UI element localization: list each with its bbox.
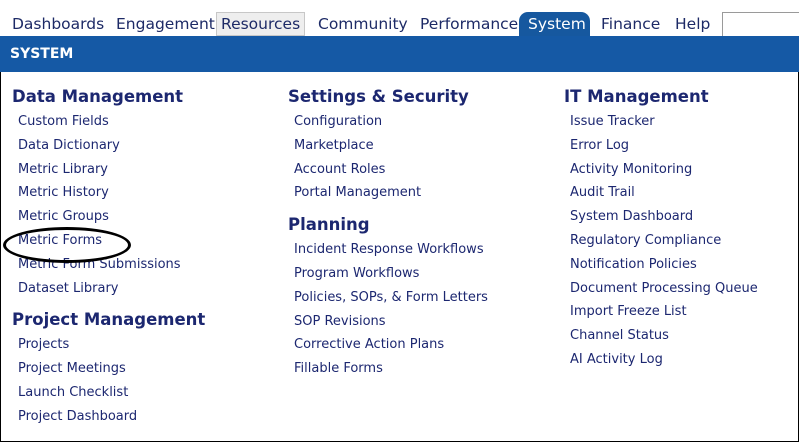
highlight-circle-annotation	[3, 227, 131, 263]
link-account-roles[interactable]: Account Roles	[288, 158, 488, 182]
group-title-project-management: Project Management	[12, 310, 206, 330]
link-metric-library[interactable]: Metric Library	[12, 158, 205, 182]
link-issue-tracker[interactable]: Issue Tracker	[564, 110, 758, 134]
link-project-meetings[interactable]: Project Meetings	[12, 357, 205, 381]
link-notification-policies[interactable]: Notification Policies	[564, 253, 758, 277]
column-it-management: IT Management Issue Tracker Error Log Ac…	[564, 84, 758, 372]
group-title-planning: Planning	[288, 215, 370, 235]
tab-performance[interactable]: Performance	[416, 12, 522, 36]
tab-system[interactable]: System	[519, 12, 590, 36]
link-dataset-library[interactable]: Dataset Library	[12, 277, 205, 301]
link-error-log[interactable]: Error Log	[564, 134, 758, 158]
link-audit-trail[interactable]: Audit Trail	[564, 181, 758, 205]
tab-finance[interactable]: Finance	[597, 12, 664, 36]
group-title-data-management: Data Management	[12, 87, 184, 106]
tab-dashboards[interactable]: Dashboards	[8, 12, 108, 36]
search-input[interactable]	[722, 12, 799, 38]
section-header: SYSTEM	[0, 36, 799, 72]
link-metric-groups[interactable]: Metric Groups	[12, 205, 205, 229]
link-corrective-action-plans[interactable]: Corrective Action Plans	[288, 333, 488, 357]
top-navigation: Dashboards Engagement Resources Communit…	[0, 0, 799, 38]
link-system-dashboard[interactable]: System Dashboard	[564, 205, 758, 229]
link-portal-management[interactable]: Portal Management	[288, 181, 488, 205]
link-regulatory-compliance[interactable]: Regulatory Compliance	[564, 229, 758, 253]
link-incident-response-workflows[interactable]: Incident Response Workflows	[288, 238, 488, 262]
link-data-dictionary[interactable]: Data Dictionary	[12, 134, 205, 158]
group-title-it-management: IT Management	[564, 87, 709, 106]
link-launch-checklist[interactable]: Launch Checklist	[12, 381, 205, 405]
tab-community[interactable]: Community	[314, 12, 412, 36]
column-settings-planning: Settings & Security Configuration Market…	[288, 84, 488, 381]
link-configuration[interactable]: Configuration	[288, 110, 488, 134]
link-fillable-forms[interactable]: Fillable Forms	[288, 357, 488, 381]
link-activity-monitoring[interactable]: Activity Monitoring	[564, 158, 758, 182]
tab-resources[interactable]: Resources	[216, 12, 306, 36]
link-project-dashboard[interactable]: Project Dashboard	[12, 405, 205, 429]
link-projects[interactable]: Projects	[12, 333, 205, 357]
link-channel-status[interactable]: Channel Status	[564, 324, 758, 348]
link-marketplace[interactable]: Marketplace	[288, 134, 488, 158]
tab-engagement[interactable]: Engagement	[112, 12, 219, 36]
link-metric-history[interactable]: Metric History	[12, 181, 205, 205]
link-sop-revisions[interactable]: SOP Revisions	[288, 310, 488, 334]
link-document-processing-queue[interactable]: Document Processing Queue	[564, 277, 758, 301]
link-policies-sops-form-letters[interactable]: Policies, SOPs, & Form Letters	[288, 286, 488, 310]
tab-help[interactable]: Help	[671, 12, 714, 36]
link-program-workflows[interactable]: Program Workflows	[288, 262, 488, 286]
link-custom-fields[interactable]: Custom Fields	[12, 110, 205, 134]
link-ai-activity-log[interactable]: AI Activity Log	[564, 348, 758, 372]
group-title-settings-security: Settings & Security	[288, 87, 469, 106]
link-import-freeze-list[interactable]: Import Freeze List	[564, 300, 758, 324]
